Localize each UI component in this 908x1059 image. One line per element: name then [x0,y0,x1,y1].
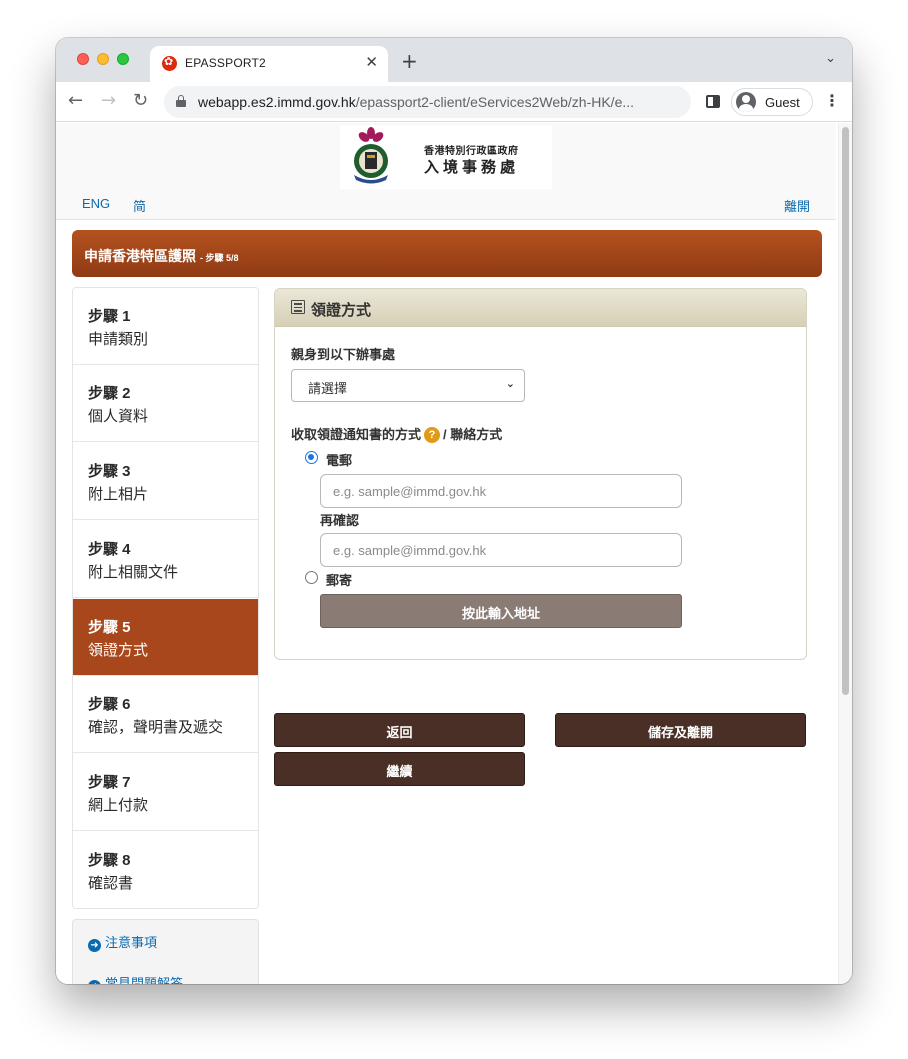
step-item-2[interactable]: 步驟 2 個人資料 [73,365,258,442]
application-banner: 申請香港特區護照 - 步驟 5/8 [72,230,822,277]
forward-arrow-icon[interactable]: → [101,90,116,111]
reload-icon[interactable]: ↻ [133,90,148,111]
lock-icon[interactable] [176,95,186,107]
banner-title: 申請香港特區護照 - 步驟 5/8 [84,248,239,264]
step-number: 步驟 8 [88,852,131,869]
email-radio[interactable] [305,451,318,464]
faq-link[interactable]: ➜常見問題解答 [88,973,183,984]
tab-close-icon[interactable]: ✕ [365,53,378,71]
notes-link[interactable]: ➜ 注意事項 [88,932,157,952]
step-item-4[interactable]: 步驟 4 附上相關文件 [73,521,258,598]
step-name: 個人資料 [88,408,149,425]
list-document-icon [291,300,305,314]
profile-label: Guest [765,95,800,110]
immd-emblem-icon [354,127,388,184]
step-item-6[interactable]: 步驟 6 確認，聲明書及遞交 [73,676,258,753]
collection-method-panel: 領證方式 親身到以下辦事處 請選擇 ⌄ 收取領證通知書的方式? / 聯絡方式 電郵… [274,288,807,660]
address-bar[interactable]: webapp.es2.immd.gov.hk/epassport2-client… [164,86,691,118]
email-radio-label[interactable]: 電郵 [326,450,352,469]
step-number: 步驟 1 [88,308,131,325]
steps-sidebar: 步驟 1 申請類別 步驟 2 個人資料 步驟 3 附上相片 步驟 4 附上相關文… [72,287,259,909]
step-item-7[interactable]: 步驟 7 網上付款 [73,754,258,831]
step-indicator: - 步驟 5/8 [200,253,239,263]
post-radio[interactable] [305,571,318,584]
continue-button-label: 繼續 [386,764,413,779]
logo-government-text: 香港特別行政區政府 [424,146,519,157]
info-links-box: ➜注意事項 ➜常見問題解答 [72,919,259,984]
panel-header: 領證方式 [275,289,806,327]
arrow-circle-right-icon: ➜ [88,939,101,952]
save-and-exit-label: 儲存及離開 [647,725,713,740]
post-radio-label[interactable]: 郵寄 [326,570,352,589]
step-name: 附上相關文件 [88,564,179,581]
bauhinia-favicon-icon [162,55,177,71]
browser-window: EPASSPORT2 ✕ + ⌄ ← → ↻ webapp.es2.immd.g… [56,38,852,984]
tab-search-chevron-icon[interactable]: ⌄ [825,51,836,66]
continue-button[interactable]: 繼續 [274,752,525,786]
chevron-down-icon: ⌄ [505,377,515,390]
confirm-email-placeholder: e.g. sample@immd.gov.hk [333,543,487,558]
enter-address-label: 按此輸入地址 [461,606,540,621]
arrow-circle-right-icon: ➜ [88,980,101,984]
back-button[interactable]: 返回 [274,713,525,747]
logo-department-text: 入境事務處 [424,159,520,176]
more-menu-icon[interactable]: ⋮ [824,91,840,110]
immd-logo[interactable]: 香港特別行政區政府 入境事務處 [340,125,552,189]
close-window-button[interactable] [77,53,89,65]
step-number: 步驟 7 [88,774,131,791]
step-name: 確認，聲明書及遞交 [88,719,224,736]
new-tab-icon[interactable]: + [401,49,418,73]
office-select[interactable]: 請選擇 ⌄ [291,369,525,402]
step-number: 步驟 6 [88,696,131,713]
email-placeholder: e.g. sample@immd.gov.hk [333,484,487,499]
minimize-window-button[interactable] [97,53,109,65]
lang-english-link[interactable]: ENG [82,196,110,211]
confirm-email-input[interactable]: e.g. sample@immd.gov.hk [320,533,682,567]
step-name: 附上相片 [88,486,149,503]
step-number: 步驟 4 [88,541,131,558]
save-and-exit-button[interactable]: 儲存及離開 [555,713,806,747]
help-question-icon[interactable]: ? [424,427,441,443]
step-item-5-active[interactable]: 步驟 5 領證方式 [73,599,258,676]
maximize-window-button[interactable] [117,53,129,65]
step-item-3[interactable]: 步驟 3 附上相片 [73,443,258,520]
exit-link[interactable]: 離開 [784,196,810,215]
notice-method-label: 收取領證通知書的方式? / 聯絡方式 [291,427,503,443]
lang-simplified-chinese-link[interactable]: 简 [133,196,146,215]
guest-avatar-icon [736,92,756,112]
back-arrow-icon[interactable]: ← [68,90,83,111]
browser-toolbar: ← → ↻ webapp.es2.immd.gov.hk/epassport2-… [56,82,852,122]
browser-tab[interactable]: EPASSPORT2 ✕ [150,46,388,82]
page-viewport: 香港特別行政區政府 入境事務處 ENG 简 離開 申請香港特區護照 - 步驟 5/… [56,123,852,984]
step-number: 步驟 5 [88,619,131,636]
site-header: 香港特別行政區政府 入境事務處 ENG 简 離開 [56,123,836,220]
email-input[interactable]: e.g. sample@immd.gov.hk [320,474,682,508]
url-text[interactable]: webapp.es2.immd.gov.hk/epassport2-client… [198,94,634,110]
office-select-value: 請選擇 [308,381,348,396]
scrollbar-thumb[interactable] [842,127,849,695]
page-scrollbar[interactable] [838,123,852,984]
step-number: 步驟 3 [88,463,131,480]
enter-address-button[interactable]: 按此輸入地址 [320,594,682,628]
step-item-8[interactable]: 步驟 8 確認書 [73,832,258,908]
panel-title: 領證方式 [311,302,372,319]
back-button-label: 返回 [386,725,413,740]
step-name: 申請類別 [88,331,149,348]
step-name: 確認書 [88,875,134,892]
step-name: 領證方式 [88,642,149,659]
tab-strip: EPASSPORT2 ✕ + ⌄ [56,38,852,82]
side-panel-icon[interactable] [706,95,720,108]
step-item-1[interactable]: 步驟 1 申請類別 [73,288,258,365]
step-number: 步驟 2 [88,385,131,402]
step-name: 網上付款 [88,797,149,814]
tab-title: EPASSPORT2 [185,56,266,70]
confirm-email-label: 再確認 [320,513,360,528]
profile-button[interactable]: Guest [731,88,813,116]
office-label: 親身到以下辦事處 [291,347,396,362]
